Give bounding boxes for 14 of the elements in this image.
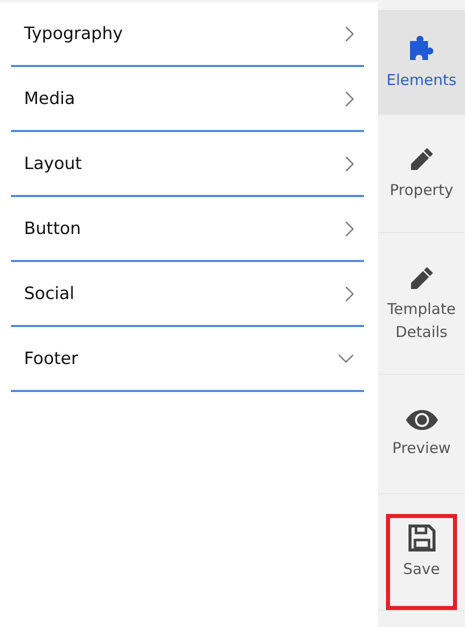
sidebar-tab[interactable]: Elements [378, 10, 465, 114]
accordion-item[interactable]: Layout [11, 132, 364, 197]
section-label: Button [24, 218, 81, 238]
accordion-item[interactable]: Media [11, 67, 364, 132]
section-label: Media [24, 88, 76, 108]
accordion-item[interactable]: Typography [11, 2, 364, 67]
section-label: Social [24, 284, 74, 304]
section-label: Typography [24, 24, 123, 44]
section-label: Footer [24, 348, 78, 368]
accordion-item[interactable]: Footer [11, 327, 364, 392]
accordion-item[interactable]: Button [11, 197, 364, 262]
accordion-item[interactable]: Social [11, 262, 364, 327]
eye-icon [404, 408, 438, 430]
section-label: Layout [24, 154, 82, 174]
